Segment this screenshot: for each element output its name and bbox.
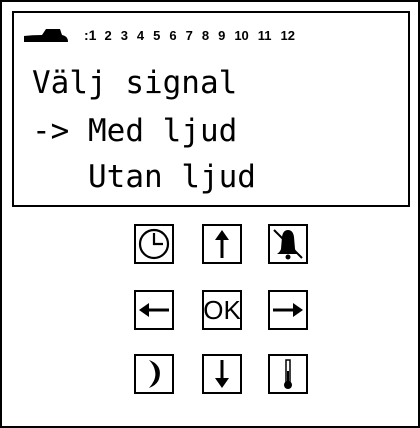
display-title: Välj signal [32, 65, 238, 101]
status-number-2: 2 [104, 27, 112, 43]
night-button[interactable] [134, 354, 174, 394]
status-prefix: :1 [84, 27, 97, 43]
menu-option-selected[interactable]: -> Med ljud [32, 113, 237, 149]
status-bar: :1 2 3 4 5 6 7 8 9 10 11 12 [22, 24, 304, 46]
up-button[interactable] [202, 224, 242, 264]
status-number-9: 9 [218, 27, 226, 43]
status-number-4: 4 [136, 27, 145, 43]
arrow-left-icon [139, 303, 169, 317]
arrow-up-icon [215, 230, 229, 258]
status-number-8: 8 [201, 27, 210, 43]
moon-icon [149, 360, 160, 388]
status-number-5: 5 [153, 27, 161, 43]
status-number-11: 11 [257, 27, 272, 43]
temperature-button[interactable] [268, 354, 308, 394]
status-number-3: 3 [120, 27, 128, 43]
menu-option-other-label: Utan ljud [88, 159, 256, 195]
down-button[interactable] [202, 354, 242, 394]
bell-off-button[interactable] [268, 224, 308, 264]
status-number-12: 12 [280, 27, 296, 43]
arrow-down-icon [215, 360, 229, 388]
clock-icon [138, 228, 170, 260]
status-number-7: 7 [185, 27, 193, 43]
right-button[interactable] [268, 290, 308, 330]
menu-option-other[interactable]: Utan ljud [32, 159, 256, 195]
bell-off-icon [273, 229, 303, 260]
left-button[interactable] [134, 290, 174, 330]
arrow-right-icon [273, 303, 303, 317]
status-number-6: 6 [169, 27, 177, 43]
clock-button[interactable] [134, 224, 174, 264]
ok-label: OK [203, 294, 241, 325]
thermometer-icon [284, 359, 292, 389]
status-number-10: 10 [234, 27, 249, 43]
ok-button[interactable]: OK [202, 290, 242, 330]
train-icon [24, 29, 68, 42]
device-panel: :1 2 3 4 5 6 7 8 9 10 11 12 Välj signal … [0, 0, 420, 428]
